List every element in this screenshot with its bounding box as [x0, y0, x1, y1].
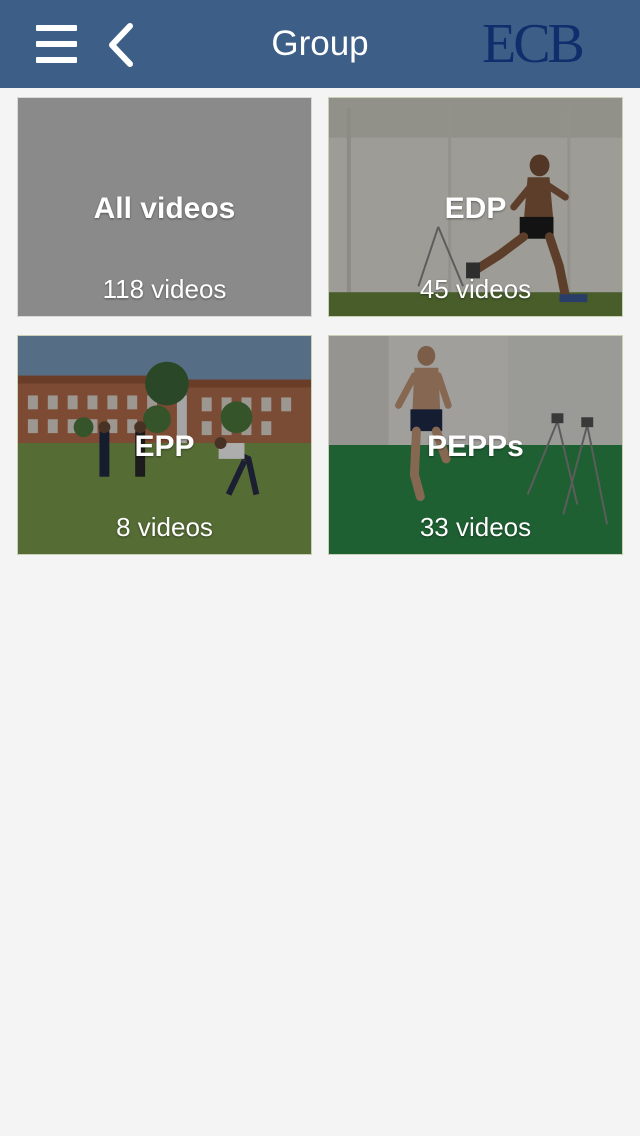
- navigation-bar: Group ECB: [0, 0, 640, 88]
- group-title: PEPPs: [427, 430, 524, 463]
- group-tile-edp[interactable]: EDP 45 videos: [328, 97, 623, 317]
- video-count: 45 videos: [419, 274, 532, 304]
- page-title: Group: [271, 24, 369, 63]
- group-tile-epp[interactable]: EPP 8 videos: [17, 335, 312, 555]
- group-tile-all-videos[interactable]: All videos 118 videos: [17, 97, 312, 317]
- group-title: EDP: [444, 192, 507, 225]
- video-count: 33 videos: [419, 512, 532, 542]
- hamburger-menu-icon[interactable]: [36, 25, 77, 63]
- video-count: 118 videos: [102, 274, 227, 304]
- chevron-left-icon[interactable]: [104, 22, 138, 68]
- group-title: All videos: [93, 192, 236, 225]
- group-tile-pepps[interactable]: PEPPs 33 videos: [328, 335, 623, 555]
- group-title: EPP: [134, 430, 195, 463]
- ecb-logo: ECB: [482, 13, 585, 75]
- video-count: 8 videos: [116, 512, 213, 542]
